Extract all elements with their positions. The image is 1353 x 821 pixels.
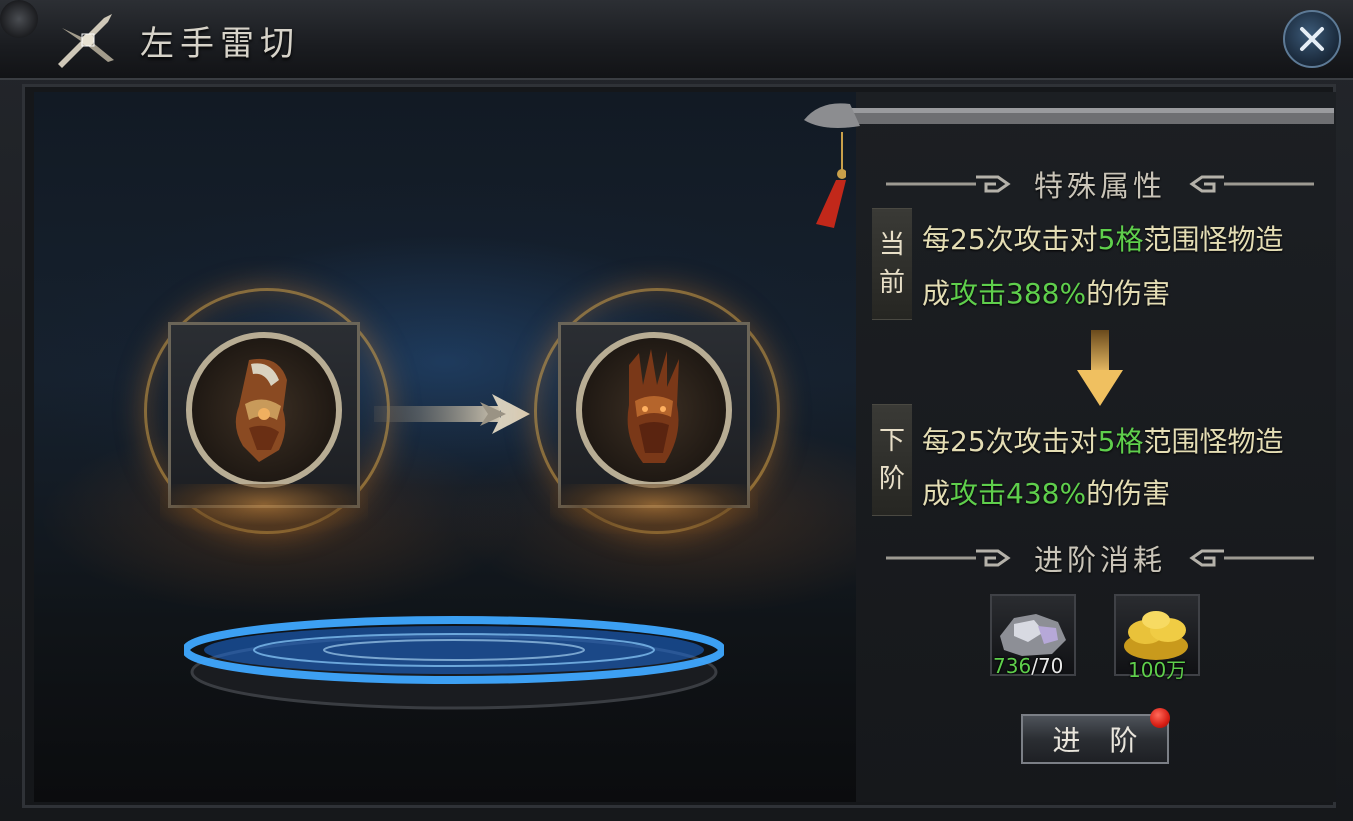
advance-button[interactable]: 进 阶 [1021, 714, 1169, 764]
current-item[interactable] [186, 332, 342, 488]
preview-stage [34, 92, 856, 802]
advance-button-label: 进 阶 [1052, 724, 1148, 757]
divider-ornament-right [1189, 549, 1314, 567]
current-item-slot [144, 288, 390, 548]
demon-claw-gauntlet-icon [627, 349, 679, 463]
next-item-slot [534, 288, 780, 548]
next-item[interactable] [576, 332, 732, 488]
attr-text: 每25次攻击对 [922, 425, 1098, 458]
section-label: 特殊属性 [1033, 169, 1166, 203]
required-count: 70 [1037, 654, 1064, 678]
gauntlet-armor-icon [235, 358, 287, 462]
special-attributes-heading: 特殊属性 [868, 164, 1332, 204]
advance-cost-heading: 进阶消耗 [868, 538, 1332, 578]
teleport-platform [184, 616, 724, 710]
next-attr-line-2: 成攻击438%的伤害 [922, 472, 1170, 512]
tag-char: 当 [878, 230, 905, 260]
owned-count: 736 [993, 654, 1032, 678]
slot-pedestal [160, 484, 368, 534]
attr-text: 每25次攻击对 [922, 223, 1098, 256]
close-icon [1300, 27, 1324, 51]
window-title: 左手雷切 [140, 24, 300, 64]
divider-ornament-left [885, 549, 1011, 567]
gold-amount: 100万 [1128, 658, 1187, 682]
count-separator: / [1031, 654, 1038, 678]
attr-text: 范围怪物造 [1143, 425, 1284, 458]
arrow-right-icon [374, 394, 530, 434]
current-tag: 当 前 [872, 208, 912, 320]
next-tag: 下 阶 [872, 404, 912, 516]
attr-text: 范围怪物造 [1143, 223, 1284, 256]
sword-ornament [804, 103, 1334, 128]
title-bar: 左手雷切 [0, 0, 1353, 80]
close-button[interactable] [1283, 10, 1341, 68]
current-attr-line-2: 成攻击388%的伤害 [922, 272, 1170, 312]
attr-highlight: 5格 [1097, 425, 1144, 458]
crossed-blades-icon [58, 14, 114, 68]
attr-text: 成 [922, 477, 951, 510]
next-attr-line-1: 每25次攻击对5格范围怪物造 [922, 420, 1283, 460]
attr-highlight: 5格 [1097, 223, 1144, 256]
down-arrow-icon [1077, 330, 1123, 406]
attr-text: 的伤害 [1086, 277, 1171, 310]
attr-text: 的伤害 [1086, 477, 1171, 510]
divider-ornament-right [1189, 175, 1314, 193]
divider-ornament-left [885, 175, 1011, 193]
attr-text: 成 [922, 277, 951, 310]
tag-char: 前 [878, 268, 905, 298]
silver-ore-count: 736/70 [993, 654, 1063, 678]
section-label: 进阶消耗 [1033, 543, 1166, 577]
upgrade-window: 左手雷切 特殊属性 当 前 每25次攻击对5格范围怪物造 成攻击388%的伤害 … [0, 0, 1353, 821]
red-tassel [816, 132, 846, 228]
tag-char: 阶 [878, 464, 905, 494]
notification-dot [1150, 708, 1170, 728]
slot-pedestal [550, 484, 758, 534]
attr-highlight: 攻击438% [950, 477, 1087, 510]
current-attr-line-1: 每25次攻击对5格范围怪物造 [922, 218, 1283, 258]
tag-char: 下 [878, 426, 905, 456]
attr-highlight: 攻击388% [950, 277, 1087, 310]
corner-ornament [0, 0, 38, 38]
